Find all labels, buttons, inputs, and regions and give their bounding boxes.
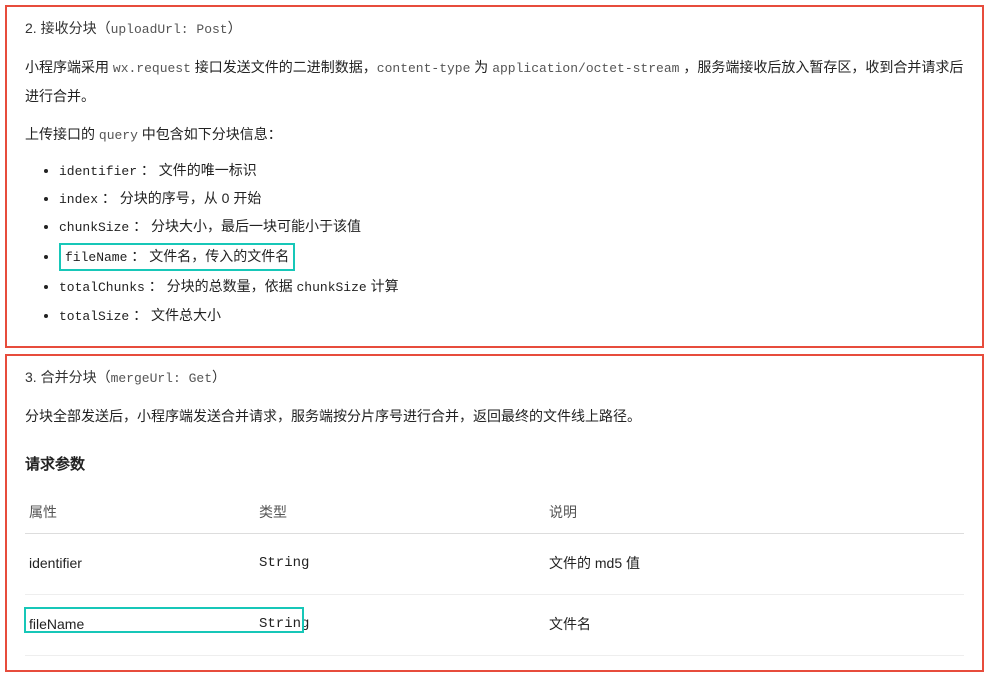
cell-type: String xyxy=(255,594,545,655)
field-text: ： 文件名，传入的文件名 xyxy=(127,248,289,264)
cell-desc: 文件的 md5 值 xyxy=(545,534,964,595)
table-row: identifier String 文件的 md5 值 xyxy=(25,534,964,595)
params-table: 属性 类型 说明 identifier String 文件的 md5 值 fil… xyxy=(25,493,964,655)
field-text: ： 分块大小，最后一块可能小于该值 xyxy=(129,218,361,234)
panel-merge: 3. 合并分块（mergeUrl: Get） 分块全部发送后，小程序端发送合并请… xyxy=(5,354,984,672)
title-code: uploadUrl: Post xyxy=(111,22,228,37)
upload-desc-1: 小程序端采用 wx.request 接口发送文件的二进制数据，content-t… xyxy=(25,53,964,110)
title-prefix: 2. 接收分块（ xyxy=(25,20,111,36)
code-octet-stream: application/octet-stream xyxy=(492,61,679,76)
highlight-box: fileName ： 文件名，传入的文件名 xyxy=(59,243,295,271)
cell-attr: fileName xyxy=(25,594,255,655)
th-desc: 说明 xyxy=(545,493,964,533)
list-item-highlight: fileName ： 文件名，传入的文件名 xyxy=(59,243,964,271)
field-code: index xyxy=(59,192,98,207)
section-title-upload: 2. 接收分块（uploadUrl: Post） xyxy=(25,17,964,41)
t: 为 xyxy=(470,59,492,75)
list-item: identifier ： 文件的唯一标识 xyxy=(59,159,964,183)
title-suffix: ） xyxy=(212,369,226,385)
code-query: query xyxy=(99,128,138,143)
field-text: ： 文件的唯一标识 xyxy=(137,162,257,178)
attr-text: fileName xyxy=(29,616,84,632)
th-type: 类型 xyxy=(255,493,545,533)
merge-desc: 分块全部发送后，小程序端发送合并请求，服务端按分片序号进行合并，返回最终的文件线… xyxy=(25,402,964,430)
title-suffix: ） xyxy=(228,20,242,36)
table-header-row: 属性 类型 说明 xyxy=(25,493,964,533)
field-text: 计算 xyxy=(367,278,399,294)
field-code: chunkSize xyxy=(59,220,129,235)
t: 中包含如下分块信息： xyxy=(138,126,282,142)
section-title-merge: 3. 合并分块（mergeUrl: Get） xyxy=(25,366,964,390)
field-text: ： 分块的序号，从 0 开始 xyxy=(98,190,261,206)
list-item: totalChunks ： 分块的总数量，依据 chunkSize 计算 xyxy=(59,275,964,299)
list-item: chunkSize ： 分块大小，最后一块可能小于该值 xyxy=(59,215,964,239)
t: 接口发送文件的二进制数据， xyxy=(191,59,377,75)
api-wxrequest: wx.request xyxy=(113,61,191,76)
field-code: fileName xyxy=(65,250,127,265)
th-attr: 属性 xyxy=(25,493,255,533)
field-code: chunkSize xyxy=(297,280,367,295)
table-row-highlight: fileName String 文件名 xyxy=(25,594,964,655)
list-item: totalSize ： 文件总大小 xyxy=(59,304,964,328)
title-code: mergeUrl: Get xyxy=(111,371,212,386)
request-params-heading: 请求参数 xyxy=(25,452,964,478)
t: 小程序端采用 xyxy=(25,59,113,75)
cell-desc: 文件名 xyxy=(545,594,964,655)
cell-type: String xyxy=(255,534,545,595)
field-code: totalSize xyxy=(59,309,129,324)
field-code: identifier xyxy=(59,164,137,179)
list-item: index ： 分块的序号，从 0 开始 xyxy=(59,187,964,211)
title-prefix: 3. 合并分块（ xyxy=(25,369,111,385)
t: 上传接口的 xyxy=(25,126,99,142)
cell-attr: identifier xyxy=(25,534,255,595)
panel-upload: 2. 接收分块（uploadUrl: Post） 小程序端采用 wx.reque… xyxy=(5,5,984,348)
field-code: totalChunks xyxy=(59,280,145,295)
chunk-info-list: identifier ： 文件的唯一标识 index ： 分块的序号，从 0 开… xyxy=(25,159,964,328)
code-content-type: content-type xyxy=(377,61,471,76)
upload-desc-2: 上传接口的 query 中包含如下分块信息： xyxy=(25,120,964,149)
field-text: ： 分块的总数量，依据 xyxy=(145,278,297,294)
field-text: ： 文件总大小 xyxy=(129,307,221,323)
